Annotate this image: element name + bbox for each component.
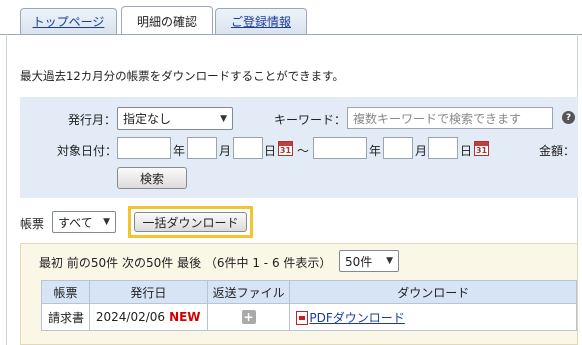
year-unit-label: 年	[369, 144, 382, 158]
year-unit-label: 年	[173, 144, 186, 158]
pdf-icon	[296, 310, 309, 325]
date-from-year-input[interactable]	[117, 137, 171, 159]
chevron-down-icon: ▼	[386, 256, 393, 266]
range-tilde: ～	[297, 144, 310, 158]
tab-statement-check[interactable]: 明細の確認	[121, 6, 213, 35]
pager-info: （6件中 1 - 6 件表示）	[204, 256, 332, 270]
date-to-month-input[interactable]	[383, 137, 413, 159]
search-panel: 発行月： 指定なし ▼ キーワード： 複数キーワードで検索できます ? 対象日付…	[20, 97, 578, 198]
issue-month-value: 指定なし	[123, 112, 172, 126]
cell-issue-date: 2024/02/06 NEW	[88, 303, 208, 331]
calendar-icon[interactable]: 31	[474, 141, 489, 156]
chevron-down-icon: ▼	[103, 217, 110, 227]
header-issue-date: 発行日	[88, 280, 208, 304]
pager-last: 最後	[177, 256, 202, 270]
month-unit-label: 月	[219, 144, 232, 158]
calendar-icon[interactable]: 31	[278, 141, 293, 156]
search-button[interactable]: 検索	[117, 167, 187, 189]
table-header-row: 帳票 発行日 返送ファイル ダウンロード	[41, 280, 577, 304]
bulk-download-button[interactable]: 一括ダウンロード	[134, 212, 247, 232]
statement-table: 帳票 発行日 返送ファイル ダウンロード 請求書 2024/02/06 NEW +…	[41, 280, 577, 331]
pager-prev: 前の50件	[66, 256, 119, 270]
date-to-year-input[interactable]	[313, 137, 367, 159]
pdf-download-link[interactable]: PDFダウンロード	[309, 311, 404, 325]
header-download: ダウンロード	[289, 280, 577, 304]
date-label: 対象日付：	[57, 144, 118, 158]
day-unit-label: 日	[460, 144, 473, 158]
tab-registration-info[interactable]: ご登録情報	[215, 8, 307, 34]
bulk-download-highlight: 一括ダウンロード	[128, 206, 253, 238]
tab-registration-info-label[interactable]: ご登録情報	[231, 13, 291, 30]
issue-date-value: 2024/02/06	[95, 310, 166, 324]
keyword-label: キーワード：	[274, 113, 347, 127]
pager: 最初 前の50件 次の50件 最後 （6件中 1 - 6 件表示）	[39, 254, 331, 271]
chevron-down-icon: ▼	[220, 113, 227, 124]
date-to-day-input[interactable]	[428, 137, 458, 159]
doc-type-value: すべて	[58, 215, 93, 230]
tab-top-page[interactable]: トップページ	[20, 8, 117, 34]
doc-type-select[interactable]: すべて ▼	[52, 211, 116, 233]
day-unit-label: 日	[264, 144, 277, 158]
date-from-month-input[interactable]	[187, 137, 217, 159]
pager-first: 最初	[39, 256, 64, 270]
new-badge: NEW	[169, 310, 201, 324]
amount-label: 金額：	[539, 144, 576, 158]
keyword-placeholder: 複数キーワードで検索できます	[353, 111, 522, 126]
date-from-day-input[interactable]	[233, 137, 263, 159]
per-page-select[interactable]: 50件 ▼	[339, 250, 399, 272]
issue-month-label: 発行月：	[68, 113, 117, 127]
intro-text: 最大過去12カ月分の帳票をダウンロードすることができます。	[20, 69, 344, 83]
table-row: 請求書 2024/02/06 NEW + PDFダウンロード	[41, 303, 577, 331]
cell-download: PDFダウンロード	[289, 303, 577, 331]
per-page-value: 50件	[345, 254, 373, 269]
help-icon[interactable]: ?	[562, 111, 575, 124]
issue-month-select[interactable]: 指定なし ▼	[117, 107, 233, 130]
header-return-file: 返送ファイル	[206, 280, 291, 304]
tab-bar: トップページ 明細の確認 ご登録情報	[0, 0, 582, 35]
statement-list: 最初 前の50件 次の50件 最後 （6件中 1 - 6 件表示） 50件 ▼ …	[20, 243, 578, 345]
month-unit-label: 月	[415, 144, 428, 158]
cell-doc: 請求書	[41, 303, 90, 331]
plus-icon[interactable]: +	[241, 310, 256, 324]
keyword-input[interactable]: 複数キーワードで検索できます	[347, 107, 553, 129]
tab-statement-check-label: 明細の確認	[136, 14, 197, 29]
cell-return-file: +	[206, 303, 291, 331]
doc-type-label: 帳票	[20, 217, 45, 231]
header-doc: 帳票	[41, 280, 90, 304]
pager-next: 次の50件	[121, 256, 174, 270]
tab-top-page-label[interactable]: トップページ	[33, 13, 105, 30]
